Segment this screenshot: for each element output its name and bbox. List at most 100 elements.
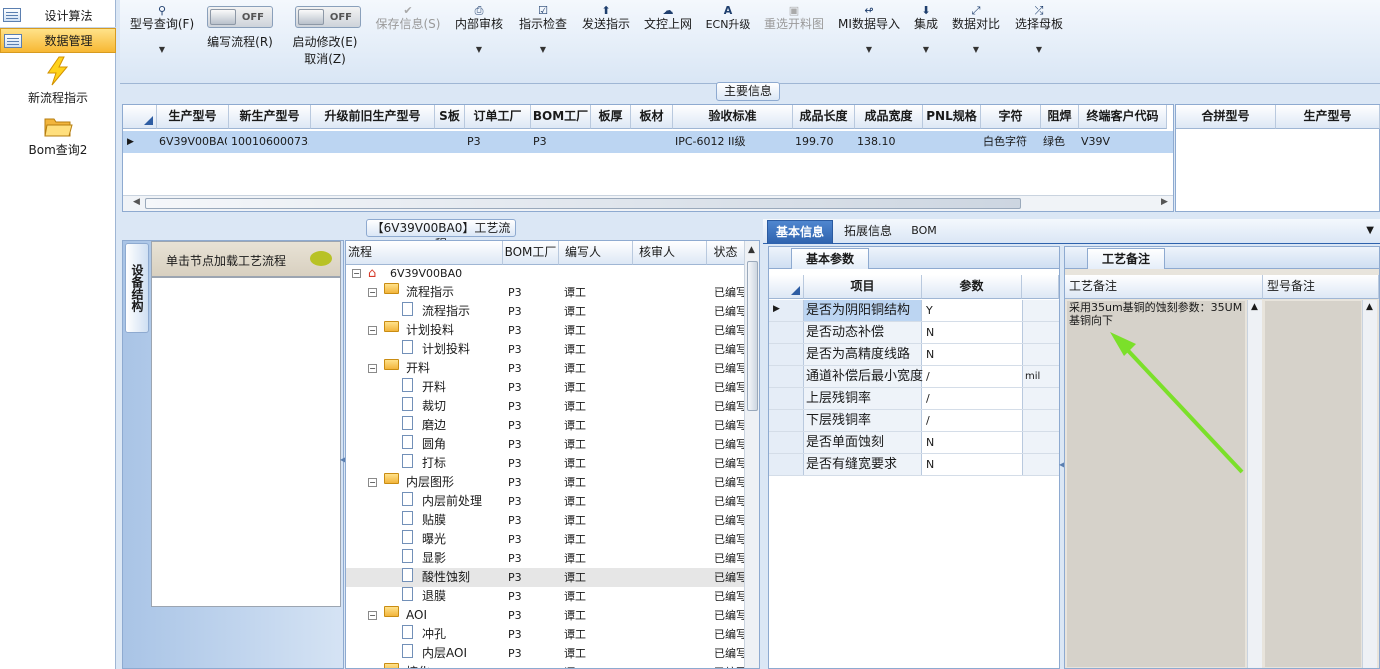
tab-extended-info[interactable]: 拓展信息 <box>837 220 899 244</box>
model-remark-text[interactable] <box>1265 301 1361 667</box>
new-flow-app[interactable]: 新流程指示 <box>0 56 116 106</box>
column-header[interactable]: 新生产型号 <box>229 105 311 129</box>
column-header[interactable]: S板 <box>435 105 465 129</box>
tree-cell: 谭工 <box>564 324 586 337</box>
param-row[interactable]: 上层残铜率 / <box>769 388 1059 410</box>
param-row[interactable]: 通道补偿后最小宽度 / mil <box>769 366 1059 388</box>
mi-data-import-button[interactable]: ↫ MI数据导入 ▼ <box>834 2 904 82</box>
column-header[interactable]: BOM工厂 <box>531 105 591 129</box>
tab-equipment-structure[interactable]: 设备结构 <box>125 243 149 333</box>
column-header[interactable]: 成品宽度 <box>855 105 923 129</box>
column-header[interactable]: 字符 <box>981 105 1041 129</box>
tree-node[interactable]: − AOI P3 谭工 已编写 <box>346 606 754 625</box>
tree-node[interactable]: 圆角 P3 谭工 已编写 <box>346 435 754 454</box>
tree-node[interactable]: 内层前处理 P3 谭工 已编写 <box>346 492 754 511</box>
tree-node[interactable]: − 计划投料 P3 谭工 已编写 <box>346 321 754 340</box>
instruction-check-button[interactable]: ☑ 指示检查 ▼ <box>514 2 572 82</box>
column-header[interactable]: 板材 <box>631 105 673 129</box>
column-header[interactable]: PNL规格 <box>923 105 981 129</box>
collapse-icon[interactable]: − <box>368 364 377 373</box>
tree-node[interactable]: 酸性蚀刻 P3 谭工 已编写 <box>346 568 754 587</box>
column-header[interactable]: 升级前旧生产型号 <box>311 105 435 129</box>
model-remark-vscrollbar[interactable]: ▲ <box>1362 300 1377 668</box>
param-row[interactable]: 是否单面蚀刻 N <box>769 432 1059 454</box>
param-row[interactable]: 是否动态补偿 N <box>769 322 1059 344</box>
save-info-button[interactable]: ✔ 保存信息(S) <box>372 2 444 82</box>
param-cell: / <box>926 392 930 405</box>
tree-cell: P3 <box>508 305 522 318</box>
nav-tab-design[interactable]: 设计算法 <box>0 3 116 28</box>
collapse-icon[interactable]: − <box>368 611 377 620</box>
tree-node[interactable]: − 开料 P3 谭工 已编写 <box>346 359 754 378</box>
tree-node[interactable]: − 内层图形 P3 谭工 已编写 <box>346 473 754 492</box>
param-row[interactable]: ▶ 是否为阴阳铜结构 Y <box>769 300 1059 322</box>
tree-node[interactable]: 显影 P3 谭工 已编写 <box>346 549 754 568</box>
tree-node[interactable]: 计划投料 P3 谭工 已编写 <box>346 340 754 359</box>
reselect-cut-chart-button[interactable]: ▣ 重选开料图 <box>760 2 828 82</box>
table-row[interactable]: ▶ 6V39V00BA0 10010600073328 P3 P3 IPC-6012 I… <box>123 131 1173 153</box>
cloud-upload-icon: ☁ <box>662 4 674 17</box>
flow-vscrollbar[interactable]: ▲ <box>744 241 759 668</box>
param-cell: Y <box>926 304 933 317</box>
tree-cell: 已编写 <box>714 514 747 527</box>
model-query-button[interactable]: ⚲ 型号查询(F) ▼ <box>126 2 198 82</box>
column-header[interactable]: 生产型号 <box>157 105 229 129</box>
tab-basic-params[interactable]: 基本参数 <box>791 248 869 269</box>
tree-cell: P3 <box>508 419 522 432</box>
nav-tab-data-manage[interactable]: 数据管理 <box>0 28 116 53</box>
column-header[interactable]: 验收标准 <box>673 105 793 129</box>
cancel-button[interactable]: 取消(Z) <box>286 52 364 67</box>
collapse-icon[interactable]: − <box>368 326 377 335</box>
table-cell: 白色字符 <box>983 135 1027 148</box>
tree-node[interactable]: −棕化P3谭工已编写 <box>346 663 754 668</box>
tree-node[interactable]: 裁切 P3 谭工 已编写 <box>346 397 754 416</box>
tree-node[interactable]: 流程指示 P3 谭工 已编写 <box>346 302 754 321</box>
tree-cell: P3 <box>508 514 522 527</box>
column-header[interactable]: 阻焊 <box>1041 105 1079 129</box>
column-header[interactable]: 成品长度 <box>793 105 855 129</box>
tab-menu-icon[interactable]: ▼ <box>1366 225 1374 236</box>
send-instruction-button[interactable]: ⬆ 发送指示 <box>578 2 634 82</box>
tree-node[interactable]: 内层AOI P3 谭工 已编写 <box>346 644 754 663</box>
param-row[interactable]: 是否为高精度线路 N <box>769 344 1059 366</box>
tree-node[interactable]: − 流程指示 P3 谭工 已编写 <box>346 283 754 302</box>
tree-cell: 曝光 <box>422 532 447 546</box>
tree-root[interactable]: − ⌂ 6V39V00BA0 <box>346 264 754 283</box>
internal-review-button[interactable]: ⎙ 内部审核 ▼ <box>450 2 508 82</box>
ecn-upgrade-button[interactable]: A ECN升级 <box>702 2 754 82</box>
param-row[interactable]: 下层残铜率 / <box>769 410 1059 432</box>
table-cell: 199.70 <box>795 135 834 148</box>
integrate-button[interactable]: ⬇ 集成 ▼ <box>908 2 944 82</box>
param-row[interactable]: 是否有缝宽要求 N <box>769 454 1059 476</box>
tree-node[interactable]: 磨边 P3 谭工 已编写 <box>346 416 754 435</box>
row-header-corner <box>123 105 157 129</box>
tab-bom[interactable]: BOM <box>905 220 943 244</box>
collapse-icon[interactable]: − <box>368 288 377 297</box>
doc-online-button[interactable]: ☁ 文控上网 <box>640 2 696 82</box>
toolbar: ⚲ 型号查询(F) ▼ OFF 编写流程(R) OFF 启动修改(E) 取消(Z… <box>120 0 1380 84</box>
column-header[interactable]: 订单工厂 <box>465 105 531 129</box>
tree-node[interactable]: 冲孔 P3 谭工 已编写 <box>346 625 754 644</box>
tree-node[interactable]: 退膜 P3 谭工 已编写 <box>346 587 754 606</box>
main-info-hscrollbar[interactable]: ◀ ▶ <box>123 195 1173 211</box>
table-cell: IPC-6012 II级 <box>675 135 746 148</box>
column-header[interactable]: 终端客户代码 <box>1079 105 1167 129</box>
column-header[interactable]: 板厚 <box>591 105 631 129</box>
data-compare-button[interactable]: ⤢ 数据对比 ▼ <box>948 2 1004 82</box>
toggle-switch[interactable]: OFF <box>207 6 273 28</box>
tree-node[interactable]: 曝光 P3 谭工 已编写 <box>346 530 754 549</box>
splitter-handle[interactable]: ◀ <box>340 455 346 467</box>
bom-query-app[interactable]: Bom查询2 <box>0 114 116 158</box>
tree-node[interactable]: 打标 P3 谭工 已编写 <box>346 454 754 473</box>
tree-node[interactable]: 贴膜 P3 谭工 已编写 <box>346 511 754 530</box>
collapse-icon[interactable]: − <box>368 478 377 487</box>
tab-process-remarks[interactable]: 工艺备注 <box>1087 248 1165 269</box>
tree-node[interactable]: 开料 P3 谭工 已编写 <box>346 378 754 397</box>
start-edit-toggle[interactable]: OFF 启动修改(E) 取消(Z) <box>286 2 364 82</box>
select-mother-board-button[interactable]: ⤮ 选择母板 ▼ <box>1010 2 1068 82</box>
collapse-icon[interactable]: − <box>352 269 361 278</box>
write-flow-toggle[interactable]: OFF 编写流程(R) <box>202 2 278 82</box>
tree-cell: P3 <box>508 552 522 565</box>
tab-basic-info[interactable]: 基本信息 <box>767 220 833 244</box>
toggle-switch[interactable]: OFF <box>295 6 361 28</box>
